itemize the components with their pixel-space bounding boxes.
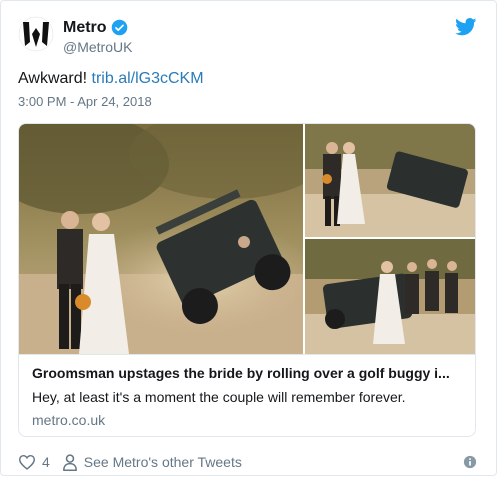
card-body[interactable]: Groomsman upstages the bride by rolling … <box>19 354 475 436</box>
metro-logo-icon <box>18 16 54 52</box>
avatar[interactable] <box>18 16 54 52</box>
see-other-tweets-label[interactable]: See Metro's other Tweets <box>84 454 242 470</box>
handle[interactable]: @MetroUK <box>63 38 132 56</box>
see-other-tweets[interactable]: See Metro's other Tweets <box>62 453 242 471</box>
display-name[interactable]: Metro <box>63 18 107 37</box>
twitter-bird-icon[interactable] <box>455 18 477 36</box>
link-card[interactable]: Groomsman upstages the bride by rolling … <box>18 123 476 437</box>
card-photo-main[interactable] <box>19 124 303 354</box>
like-action[interactable]: 4 <box>18 454 50 470</box>
tweet-text: Awkward! trib.al/lG3cCKM <box>18 69 204 89</box>
card-description: Hey, at least it's a moment the couple w… <box>32 389 406 405</box>
person-icon <box>62 453 77 471</box>
card-domain: metro.co.uk <box>32 412 106 428</box>
tweet-text-body: Awkward! <box>18 70 92 87</box>
account-names[interactable]: Metro @MetroUK <box>63 18 132 56</box>
tweet-footer: 4 See Metro's other Tweets <box>18 451 479 473</box>
card-photo-grid[interactable] <box>19 124 475 354</box>
heart-icon[interactable] <box>18 454 36 470</box>
like-count[interactable]: 4 <box>42 454 50 470</box>
tweet-header: Metro @MetroUK <box>18 16 479 60</box>
card-photo-top-right[interactable] <box>305 124 475 237</box>
info-icon[interactable] <box>463 455 477 469</box>
embedded-tweet: Metro @MetroUK Awkward! trib.al/lG3cCKM … <box>0 0 497 476</box>
card-title[interactable]: Groomsman upstages the bride by rolling … <box>32 364 462 382</box>
tweet-link[interactable]: trib.al/lG3cCKM <box>92 70 204 87</box>
tweet-timestamp[interactable]: 3:00 PM - Apr 24, 2018 <box>18 94 152 109</box>
card-photo-bottom-right[interactable] <box>305 239 475 354</box>
verified-badge-icon <box>111 19 127 36</box>
